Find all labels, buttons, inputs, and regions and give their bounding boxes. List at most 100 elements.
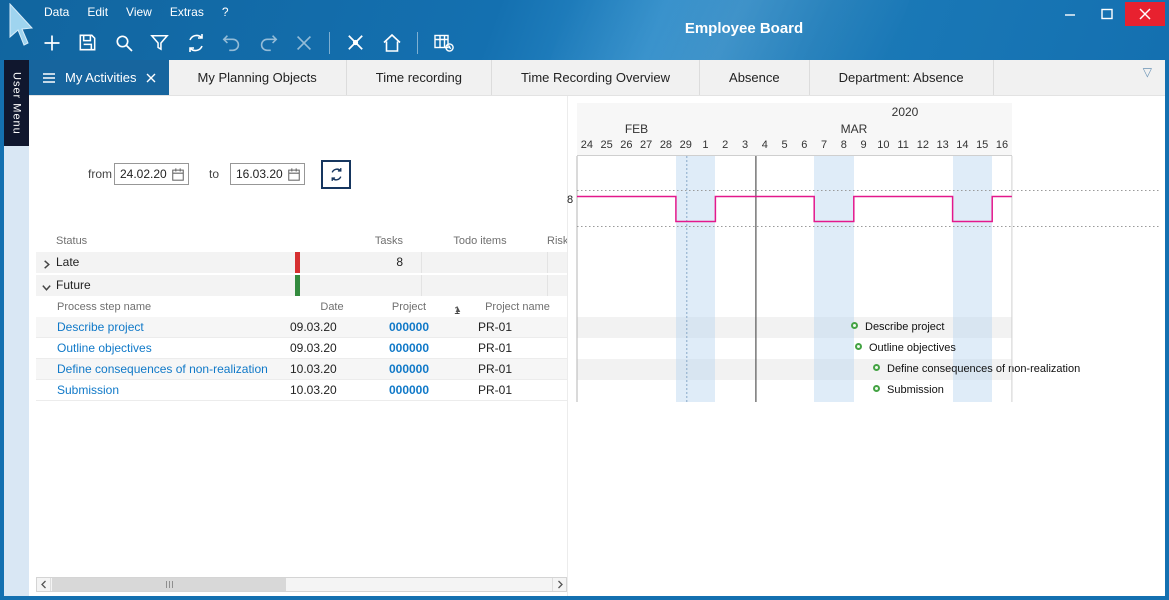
task-row[interactable]: Define consequences of non-realization 1… [36, 359, 567, 380]
tools-icon[interactable] [342, 29, 369, 56]
horizontal-scrollbar[interactable] [36, 577, 567, 592]
todo-items-column-header[interactable]: Todo items [421, 235, 539, 247]
process-step-link[interactable]: Define consequences of non-realization [57, 362, 268, 376]
tab-time-recording-overview[interactable]: Time Recording Overview [492, 60, 700, 95]
menu-extras[interactable]: Extras [170, 5, 204, 19]
calendar-icon[interactable] [171, 167, 185, 182]
gantt-day: 6 [794, 139, 814, 155]
scroll-left-button[interactable] [37, 578, 51, 591]
scroll-right-button[interactable] [552, 578, 566, 591]
maximize-button[interactable] [1088, 2, 1125, 26]
status-table-header: Status Tasks Todo items Risks [36, 232, 567, 251]
hamburger-icon[interactable] [42, 72, 56, 84]
risks-column-header[interactable]: Risks [547, 235, 567, 247]
search-icon[interactable] [110, 29, 137, 56]
tab-close-icon[interactable] [146, 73, 156, 83]
close-button[interactable] [1125, 2, 1165, 26]
tab-my-planning-objects[interactable]: My Planning Objects [169, 60, 347, 95]
calendar-icon[interactable] [287, 167, 301, 182]
home-icon[interactable] [378, 29, 405, 56]
gantt-day: 12 [913, 139, 933, 155]
task-row[interactable]: Submission 10.03.20 000000 PR-01 [36, 380, 567, 401]
status-column-header[interactable]: Status [56, 235, 87, 247]
gantt-day: 8 [834, 139, 854, 155]
tab-time-recording[interactable]: Time recording [347, 60, 492, 95]
gantt-day: 1 [696, 139, 716, 155]
from-date-field[interactable]: 24.02.20 [114, 163, 189, 185]
gantt-day: 24 [577, 139, 597, 155]
gantt-year-label: 2020 [880, 105, 930, 119]
process-step-link[interactable]: Outline objectives [57, 341, 152, 355]
thumb-grip [169, 581, 170, 588]
menu-view[interactable]: View [126, 5, 152, 19]
tasks-column-header[interactable]: Tasks [301, 235, 403, 247]
process-step-link[interactable]: Submission [57, 383, 119, 397]
task-row[interactable]: Describe project 09.03.20 000000 PR-01 [36, 317, 567, 338]
milestone-label: Outline objectives [869, 342, 956, 354]
delete-icon[interactable] [290, 29, 317, 56]
expand-chevron-icon[interactable] [41, 257, 52, 273]
date-column-header[interactable]: Date [286, 301, 378, 313]
filter-icon[interactable] [146, 29, 173, 56]
milestone-marker[interactable] [855, 343, 862, 350]
process-step-link[interactable]: Describe project [57, 320, 144, 334]
project-name-column-header[interactable]: Project name [468, 301, 567, 313]
tab-label: My Planning Objects [198, 70, 317, 85]
gantt-row [577, 317, 1012, 338]
project-link[interactable]: 000000 [378, 341, 440, 355]
to-date-field[interactable]: 16.03.20 [230, 163, 305, 185]
redo-icon[interactable] [254, 29, 281, 56]
user-menu-strip: User Menu [4, 60, 29, 596]
gantt-day: 14 [953, 139, 973, 155]
gantt-row [577, 380, 1012, 401]
add-icon[interactable] [38, 29, 65, 56]
gantt-day: 9 [854, 139, 874, 155]
scrollbar-thumb[interactable] [52, 578, 286, 591]
menu-data[interactable]: Data [44, 5, 69, 19]
titlebar: Data Edit View Extras ? Employee Board [0, 0, 1169, 60]
gantt-day: 27 [636, 139, 656, 155]
task-row[interactable]: Outline objectives 09.03.20 000000 PR-01 [36, 338, 567, 359]
toolbar-separator [329, 32, 330, 54]
tab-department-absence[interactable]: Department: Absence [810, 60, 994, 95]
undo-icon[interactable] [218, 29, 245, 56]
milestone-marker[interactable] [873, 385, 880, 392]
user-menu-label: User Menu [11, 72, 23, 135]
weekend-band [676, 156, 716, 402]
user-menu-tab[interactable]: User Menu [4, 60, 29, 146]
project-column-header[interactable]: Project [378, 301, 440, 313]
future-status-color-bar [295, 275, 300, 296]
tab-absence[interactable]: Absence [700, 60, 810, 95]
status-row-late[interactable]: Late 8 [36, 252, 567, 273]
save-icon[interactable] [74, 29, 101, 56]
planning-board-icon[interactable] [430, 29, 457, 56]
tab-my-activities[interactable]: My Activities [29, 60, 169, 95]
milestone-marker[interactable] [851, 322, 858, 329]
process-step-column-header[interactable]: Process step name [57, 301, 151, 313]
to-label: to [209, 167, 219, 181]
gantt-day: 7 [814, 139, 834, 155]
milestone-label: Describe project [865, 321, 944, 333]
gantt-day: 10 [873, 139, 893, 155]
tasks-count: 8 [301, 255, 403, 269]
task-date: 09.03.20 [290, 320, 337, 334]
menu-edit[interactable]: Edit [87, 5, 108, 19]
collapse-chevron-icon[interactable] [41, 280, 52, 296]
project-link[interactable]: 000000 [378, 383, 440, 397]
project-link[interactable]: 000000 [378, 320, 440, 334]
task-date: 09.03.20 [290, 341, 337, 355]
refresh-icon[interactable] [182, 29, 209, 56]
project-link[interactable]: 000000 [378, 362, 440, 376]
project-name: PR-01 [478, 341, 512, 355]
project-name: PR-01 [478, 383, 512, 397]
panel-splitter[interactable] [567, 96, 568, 596]
app-window: Data Edit View Extras ? Employee Board [0, 0, 1169, 600]
menu-help[interactable]: ? [222, 5, 229, 19]
minimize-button[interactable] [1051, 2, 1088, 26]
apply-date-range-button[interactable] [321, 160, 351, 189]
tab-label: Department: Absence [839, 70, 964, 85]
tab-list-dropdown-icon[interactable]: ▽ [1143, 65, 1152, 79]
milestone-marker[interactable] [873, 364, 880, 371]
status-row-future[interactable]: Future [36, 275, 567, 296]
late-status-color-bar [295, 252, 300, 273]
